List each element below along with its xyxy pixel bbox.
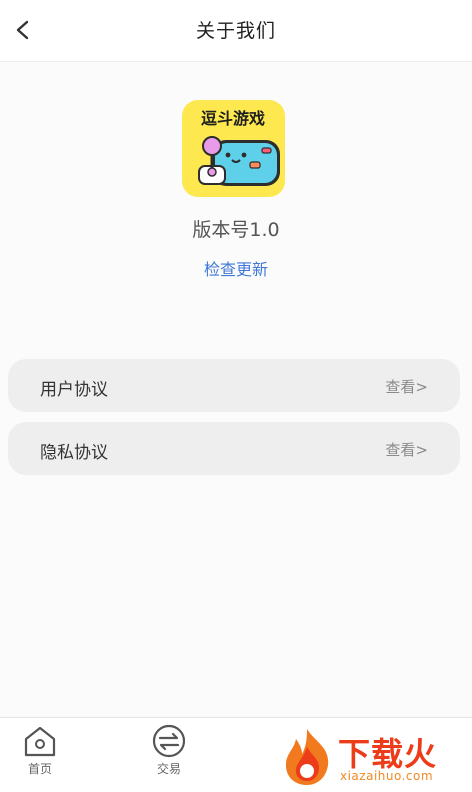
- watermark-url: xiazaihuo.com: [340, 769, 434, 783]
- privacy-policy-row[interactable]: 隐私协议 查看>: [8, 422, 460, 475]
- tab-label: 首页: [27, 762, 52, 776]
- exchange-icon: [152, 724, 186, 758]
- tab-home[interactable]: 首页: [10, 724, 70, 784]
- home-icon: [24, 726, 56, 757]
- row-label: 用户协议: [40, 380, 108, 400]
- row-label: 隐私协议: [40, 443, 108, 463]
- view-link[interactable]: 查看>: [385, 376, 428, 397]
- app-logo: 逗斗游戏: [182, 100, 285, 197]
- watermark-logo: 下载火 xiazaihuo.com: [276, 723, 472, 792]
- check-update-link[interactable]: 检查更新: [0, 256, 472, 280]
- tab-trade[interactable]: 交易: [139, 724, 199, 784]
- user-agreement-row[interactable]: 用户协议 查看>: [8, 359, 460, 412]
- tab-label: 交易: [156, 762, 181, 776]
- logo-text: 逗斗游戏: [201, 109, 265, 128]
- view-link[interactable]: 查看>: [385, 439, 428, 460]
- version-label: 版本号1.0: [192, 219, 280, 241]
- top-bar: 关于我们: [0, 0, 472, 62]
- page-title: 关于我们: [195, 20, 276, 42]
- flame-icon: [285, 729, 329, 785]
